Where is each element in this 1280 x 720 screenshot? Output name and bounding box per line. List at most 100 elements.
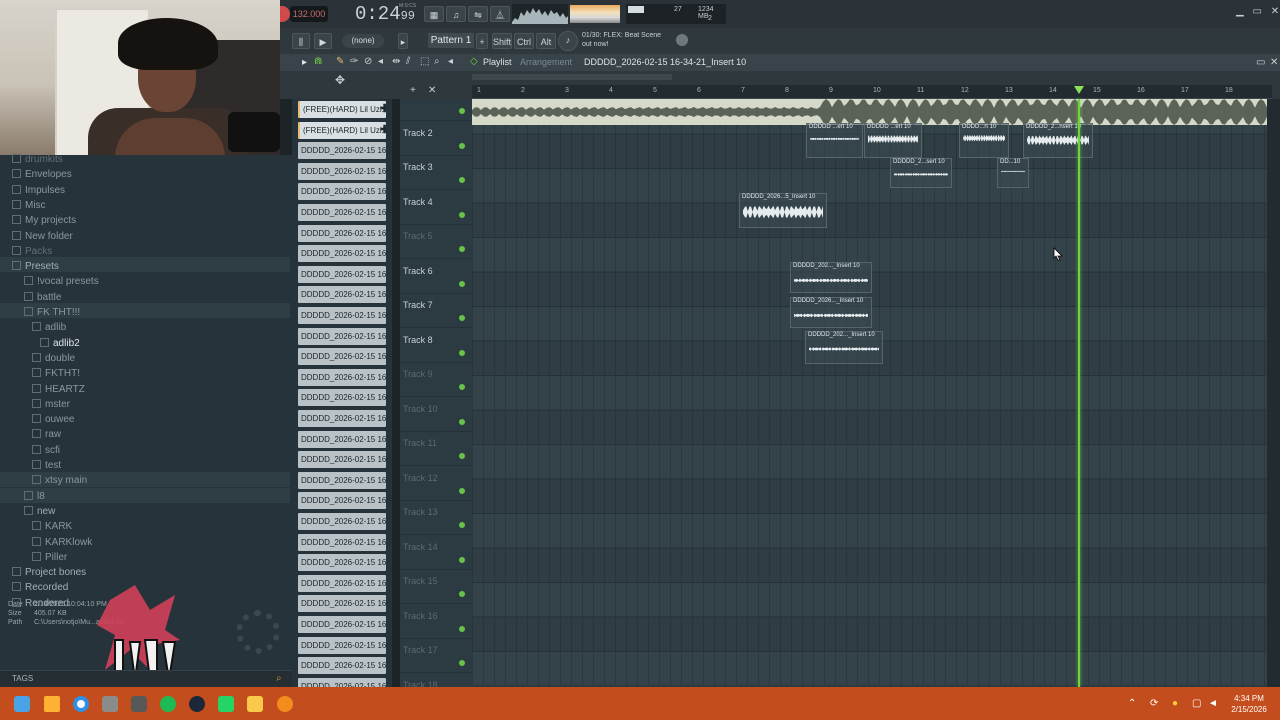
- browser-item[interactable]: Envelopes: [12, 167, 72, 182]
- picker-item[interactable]: DDDDD_2026-02-15 16-2...: [298, 533, 386, 551]
- pattern-selector[interactable]: Pattern 1: [428, 33, 474, 48]
- browser-item[interactable]: FKTHT!: [32, 366, 80, 381]
- browser-item[interactable]: Packs: [12, 244, 52, 259]
- browser-item[interactable]: Misc: [12, 198, 46, 213]
- browser-item[interactable]: drumkits: [12, 152, 63, 167]
- track-enable-icon[interactable]: [459, 453, 465, 459]
- track-enable-icon[interactable]: [459, 177, 465, 183]
- track-header[interactable]: Track 16: [400, 605, 472, 639]
- track-header[interactable]: Track 11: [400, 432, 472, 466]
- browser-item[interactable]: HEARTZ: [32, 382, 85, 397]
- picker-item[interactable]: DDDDD_2026-02-15 16-1...: [298, 410, 386, 427]
- track-enable-icon[interactable]: [459, 246, 465, 252]
- browser-item[interactable]: l8: [24, 489, 45, 504]
- audio-clip[interactable]: DDDDD_2...nsert 10: [1023, 123, 1093, 158]
- track-header[interactable]: Track 4: [400, 191, 472, 225]
- picker-item[interactable]: DDDDD_2026-02-15 16-2...: [298, 430, 386, 448]
- picker-item[interactable]: DDDDD_2026-02-15 16-1...: [298, 327, 386, 345]
- picker-item[interactable]: DDDDD_2026-02-15 16-2...: [298, 554, 386, 572]
- chrome-icon[interactable]: [73, 696, 89, 712]
- audio-clip[interactable]: DDDD...rt 10: [959, 123, 1009, 158]
- playlist-minimize-icon[interactable]: ▭: [1256, 57, 1265, 68]
- brave-icon[interactable]: [44, 696, 60, 712]
- none-selector[interactable]: (none): [342, 34, 384, 48]
- system-clock[interactable]: 4:34 PM 2/15/2026: [1222, 693, 1276, 715]
- browser-item[interactable]: Impulses: [12, 183, 65, 198]
- track-enable-icon[interactable]: [459, 418, 465, 425]
- picker-item[interactable]: DDDDD_2026-02-15 16-1...: [298, 204, 386, 221]
- audio-clip[interactable]: DDDDD_202..._Insert 10: [790, 262, 872, 293]
- app-icon-1[interactable]: [102, 696, 118, 712]
- playhead-marker[interactable]: [1074, 86, 1084, 94]
- picker-item[interactable]: DDDDD_2026-02-15 16-1...: [298, 265, 386, 283]
- track-header[interactable]: Track 12: [400, 467, 472, 501]
- picker-item[interactable]: DDDDD_2026-02-15 16-2...: [298, 657, 386, 675]
- playlist-close-icon[interactable]: ✕: [1270, 57, 1278, 68]
- hint-icon[interactable]: ♪: [558, 31, 578, 51]
- play-icon[interactable]: ▶: [314, 33, 332, 49]
- steam-icon[interactable]: [189, 696, 205, 712]
- picker-item[interactable]: DDDDD_2026-02-15 16-1...: [298, 389, 386, 407]
- picker-item[interactable]: DDDDD_2026-02-15 16-1...: [298, 348, 386, 366]
- track-header[interactable]: Track 8: [400, 329, 472, 363]
- track-enable-icon[interactable]: [459, 591, 465, 597]
- picker-item[interactable]: DDDDD_2026-02-15 16-2...: [298, 616, 386, 633]
- browser-item[interactable]: ouwee: [32, 412, 74, 427]
- picker-item[interactable]: DDDDD_2026-02-15 16-2...: [298, 492, 386, 510]
- start-icon[interactable]: [14, 696, 30, 712]
- audio-clip[interactable]: DDDDD_202..._Insert 10: [805, 331, 883, 364]
- picker-item[interactable]: DDDDD_2026-02-15 16-1...: [298, 307, 386, 324]
- browser-item[interactable]: double: [32, 351, 75, 366]
- browser-item[interactable]: KARK: [32, 519, 72, 534]
- track-enable-icon[interactable]: [459, 142, 465, 149]
- fl-studio-icon[interactable]: [277, 696, 293, 712]
- picker-item[interactable]: DDDDD_2026-02-15 16-2...: [298, 513, 386, 530]
- browser-item[interactable]: KARKlowk: [32, 535, 92, 550]
- move-icon[interactable]: ✥: [335, 73, 345, 87]
- mixer-icon[interactable]: ⫼: [292, 33, 310, 49]
- playhead[interactable]: [1078, 99, 1080, 687]
- spotify-icon[interactable]: [160, 696, 176, 712]
- track-header[interactable]: [400, 87, 472, 121]
- metronome-icon[interactable]: ⏅: [490, 6, 510, 22]
- pattern-prev-icon[interactable]: ▸: [398, 33, 408, 49]
- picker-item[interactable]: DDDDD_2026-02-15 16-2...: [298, 574, 386, 592]
- picker-item[interactable]: DDDDD_2026-02-15 16-2...: [298, 636, 386, 654]
- track-enable-icon[interactable]: [459, 522, 465, 528]
- picker-item[interactable]: (FREE)(HARD) Lil Uzi...✚: [298, 101, 386, 118]
- pattern-add-icon[interactable]: +: [476, 33, 488, 49]
- track-enable-icon[interactable]: [459, 625, 465, 632]
- ctrl-button[interactable]: Ctrl: [514, 33, 534, 49]
- picker-item[interactable]: DDDDD_2026-02-15 16-1...: [298, 142, 386, 160]
- picker-item[interactable]: DDDDD_2026-02-15 16-2...: [298, 471, 386, 489]
- browser-item[interactable]: Project bones: [12, 565, 86, 580]
- tray-chevron-icon[interactable]: ⌃: [1128, 698, 1136, 709]
- tempo-display[interactable]: 132.000: [290, 6, 328, 22]
- track-header[interactable]: Track 3: [400, 156, 472, 190]
- picker-item[interactable]: DDDDD_2026-02-15 16-1...: [298, 224, 386, 242]
- picker-item[interactable]: DDDDD_2026-02-15 16-1...: [298, 162, 386, 180]
- picker-item[interactable]: DDDDD_2026-02-15 16-2...: [298, 595, 386, 613]
- record-button[interactable]: [280, 6, 290, 22]
- browser-item[interactable]: xtsy main: [32, 473, 87, 488]
- track-enable-icon[interactable]: [459, 211, 465, 218]
- playlist-grid[interactable]: DDDDD ...ert 10 DDDDD ...ert 10 DDDD...rt …: [472, 99, 1267, 687]
- track-header[interactable]: Track 17: [400, 639, 472, 673]
- vertical-scrollbar[interactable]: [1267, 99, 1280, 687]
- picker-item[interactable]: DDDDD_2026-02-15 16-1...: [298, 245, 386, 263]
- browser-item[interactable]: test: [32, 458, 61, 473]
- snap-icon[interactable]: ⇋: [468, 6, 488, 22]
- browser-item[interactable]: adlib: [32, 320, 66, 335]
- chat-app-icon[interactable]: [218, 696, 234, 712]
- news-icon[interactable]: [676, 34, 688, 46]
- audio-clip[interactable]: DDDDD_2026...5_Insert 10: [739, 193, 827, 228]
- alt-button[interactable]: Alt: [536, 33, 556, 49]
- window-controls[interactable]: ▁ ▭ ✕: [1236, 6, 1279, 17]
- audio-clip[interactable]: DDDDD_2026..._Insert 10: [790, 297, 872, 328]
- tray-app-icon[interactable]: ⟳: [1150, 698, 1158, 709]
- picker-item[interactable]: DDDDD_2026-02-15 16-2...: [298, 451, 386, 469]
- browser-item[interactable]: scfi: [32, 443, 60, 458]
- audio-clip[interactable]: DDDDD ...ert 10: [806, 123, 863, 158]
- track-enable-icon[interactable]: [459, 384, 465, 390]
- track-header[interactable]: Track 5: [400, 225, 472, 259]
